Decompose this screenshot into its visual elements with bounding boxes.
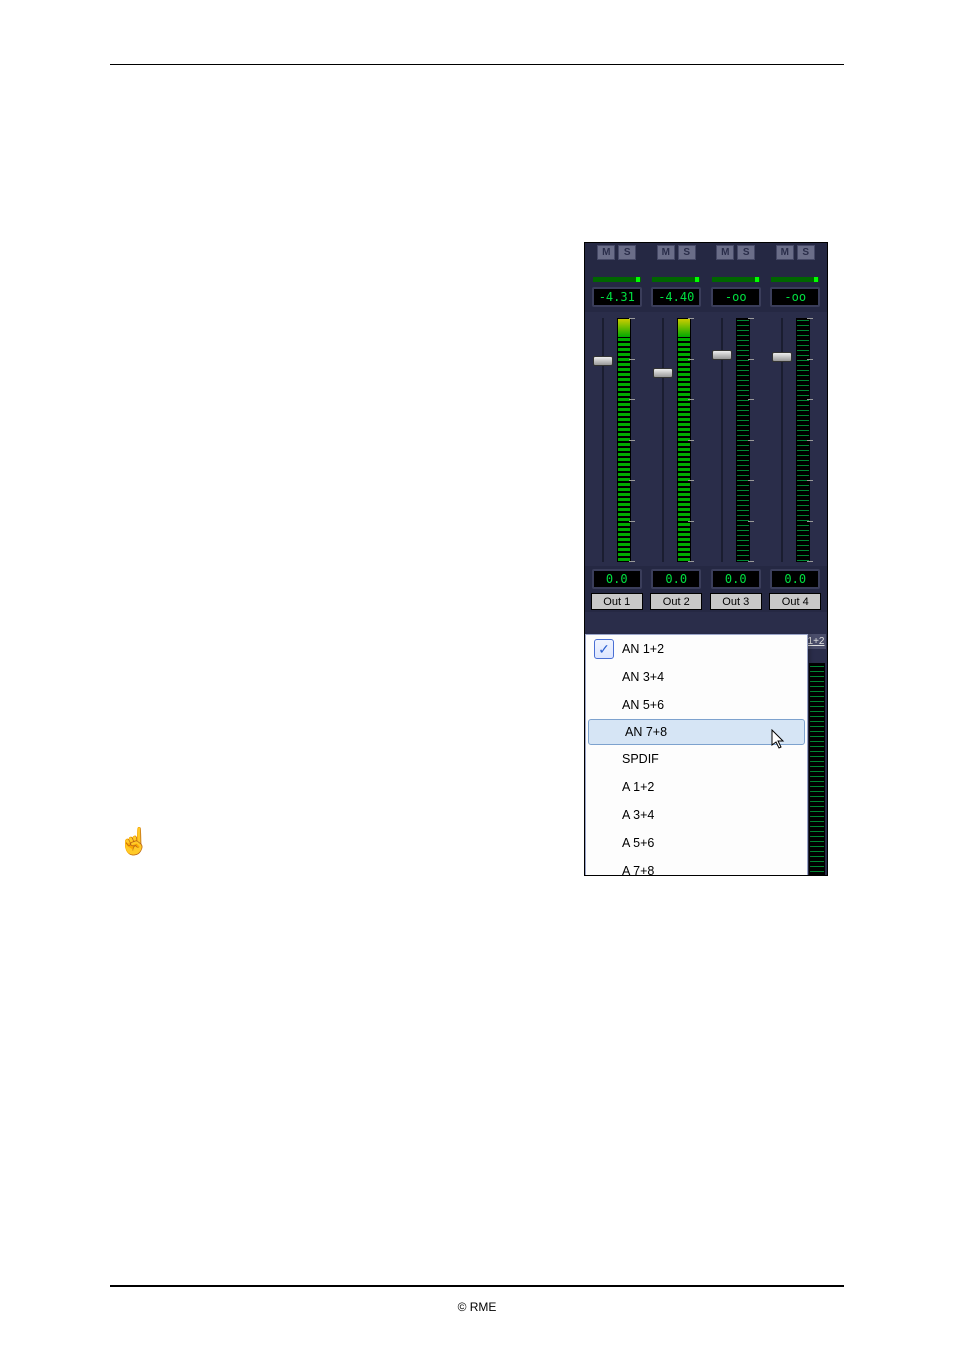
gain-readout: -4.31: [592, 287, 642, 307]
pointing-hand-icon: ☝: [118, 826, 150, 857]
fader-knob[interactable]: [772, 352, 792, 362]
channel-strip: [766, 314, 826, 564]
bottom-value-row: 0.0 0.0 0.0 0.0: [585, 566, 827, 592]
level-readout: 0.0: [770, 569, 820, 589]
dropdown-label: A 7+8: [622, 864, 654, 876]
output-label[interactable]: Out 4: [769, 593, 821, 610]
solo-button[interactable]: S: [618, 245, 636, 260]
channel-strip: [647, 314, 707, 564]
dropdown-label: AN 3+4: [622, 670, 664, 684]
fader-knob[interactable]: [593, 356, 613, 366]
solo-button[interactable]: S: [678, 245, 696, 260]
dropdown-label: SPDIF: [622, 752, 659, 766]
fader-area: [585, 312, 827, 566]
cursor-icon: [771, 729, 787, 757]
dropdown-label: A 1+2: [622, 780, 654, 794]
footer: © RME: [0, 1300, 954, 1314]
side-meter: [809, 663, 825, 876]
level-readout: 0.0: [592, 569, 642, 589]
rule-top: [110, 64, 844, 65]
fader-knob[interactable]: [653, 368, 673, 378]
level-readout: 0.0: [711, 569, 761, 589]
peak-indicator-row: [585, 262, 827, 284]
dropdown-item[interactable]: A 1+2: [586, 773, 807, 801]
dropdown-item[interactable]: A 7+8: [586, 857, 807, 876]
dropdown-label: AN 7+8: [625, 725, 667, 739]
side-tag-top: 1+2: [806, 634, 826, 649]
dropdown-label: AN 1+2: [622, 642, 664, 656]
mute-button[interactable]: M: [657, 245, 675, 260]
mute-button[interactable]: M: [597, 245, 615, 260]
mute-solo-row: MSMSMSMS: [585, 243, 827, 262]
dropdown-item[interactable]: AN 5+6: [586, 691, 807, 719]
solo-button[interactable]: S: [737, 245, 755, 260]
mixer-screenshot: MSMSMSMS -4.31-4.40-oo-oo 0.00.00.00.0 O…: [584, 242, 828, 876]
output-label[interactable]: Out 2: [650, 593, 702, 610]
output-label-row: Out 1 Out 2 Out 3 Out 4: [585, 592, 827, 612]
mute-button[interactable]: M: [776, 245, 794, 260]
dropdown-label: A 5+6: [622, 836, 654, 850]
dropdown-item[interactable]: A 3+4: [586, 801, 807, 829]
fader-knob[interactable]: [712, 350, 732, 360]
gain-value-row: -4.31 -4.40 -oo -oo: [585, 284, 827, 312]
solo-button[interactable]: S: [797, 245, 815, 260]
dropdown-item[interactable]: AN 3+4: [586, 663, 807, 691]
dropdown-item[interactable]: ✓ AN 1+2: [586, 635, 807, 663]
mute-button[interactable]: M: [716, 245, 734, 260]
gain-readout: -4.40: [651, 287, 701, 307]
channel-strip: [706, 314, 766, 564]
rule-bottom: [110, 1285, 844, 1287]
level-readout: 0.0: [651, 569, 701, 589]
dropdown-item[interactable]: A 5+6: [586, 829, 807, 857]
channel-strip: [587, 314, 647, 564]
check-icon: ✓: [594, 639, 614, 659]
output-label[interactable]: Out 3: [710, 593, 762, 610]
page: MSMSMSMS -4.31-4.40-oo-oo 0.00.00.00.0 O…: [0, 0, 954, 1350]
output-label[interactable]: Out 1: [591, 593, 643, 610]
dropdown-label: AN 5+6: [622, 698, 664, 712]
gain-readout: -oo: [711, 287, 761, 307]
dropdown-label: A 3+4: [622, 808, 654, 822]
gain-readout: -oo: [770, 287, 820, 307]
